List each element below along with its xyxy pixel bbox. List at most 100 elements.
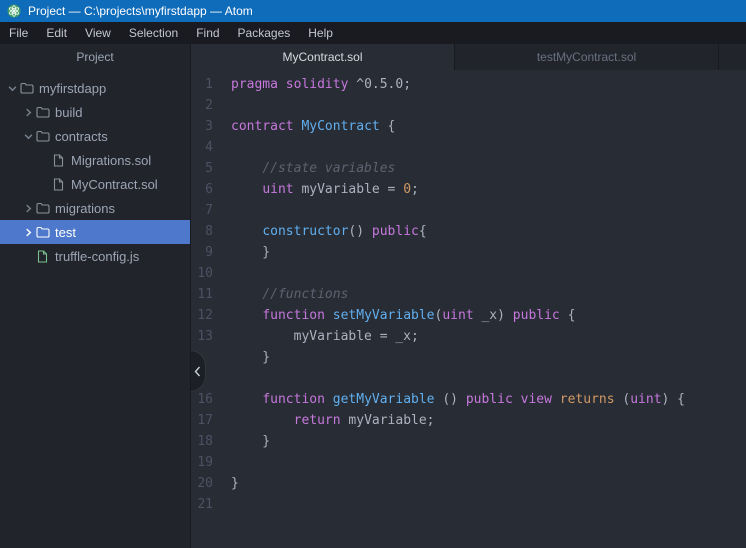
line-number: 4 xyxy=(191,137,227,158)
line-number: 10 xyxy=(191,263,227,284)
file-tree: myfirstdapp build contracts Migrations.sol M… xyxy=(0,70,190,548)
menu-help[interactable]: Help xyxy=(299,22,342,44)
code-line-1[interactable]: 1pragma solidity ^0.5.0; xyxy=(191,74,746,95)
line-number: 8 xyxy=(191,221,227,242)
tree-item-test[interactable]: test xyxy=(0,220,190,244)
code-line-15[interactable] xyxy=(191,368,746,389)
code-line-14[interactable]: } xyxy=(191,347,746,368)
code-line-12[interactable]: 12 function setMyVariable(uint _x) publi… xyxy=(191,305,746,326)
tree-item-myfirstdapp[interactable]: myfirstdapp xyxy=(0,76,190,100)
code-text: } xyxy=(227,431,270,452)
tree-item-contracts[interactable]: contracts xyxy=(0,124,190,148)
folder-icon xyxy=(34,202,51,214)
code-text: function setMyVariable(uint _x) public { xyxy=(227,305,575,326)
tree-item-truffle-config-js[interactable]: truffle-config.js xyxy=(0,244,190,268)
code-line-21[interactable]: 21 xyxy=(191,494,746,515)
code-line-2[interactable]: 2 xyxy=(191,95,746,116)
menu-find[interactable]: Find xyxy=(187,22,228,44)
tab-label: MyContract.sol xyxy=(282,50,362,64)
tree-item-migrations[interactable]: migrations xyxy=(0,196,190,220)
menu-edit[interactable]: Edit xyxy=(37,22,76,44)
window-title: Project — C:\projects\myfirstdapp — Atom xyxy=(28,4,253,18)
code-line-13[interactable]: 13 myVariable = _x; xyxy=(191,326,746,347)
tree-item-label: test xyxy=(55,225,76,240)
code-line-3[interactable]: 3contract MyContract { xyxy=(191,116,746,137)
line-number: 1 xyxy=(191,74,227,95)
tree-item-build[interactable]: build xyxy=(0,100,190,124)
editor-pane: MyContract.sol testMyContract.sol 1pragma… xyxy=(191,44,746,548)
code-line-10[interactable]: 10 xyxy=(191,263,746,284)
file-icon xyxy=(34,250,51,263)
code-line-4[interactable]: 4 xyxy=(191,137,746,158)
menu-selection[interactable]: Selection xyxy=(120,22,187,44)
tree-item-label: truffle-config.js xyxy=(55,249,139,264)
code-line-11[interactable]: 11 //functions xyxy=(191,284,746,305)
file-icon xyxy=(50,154,67,167)
code-text xyxy=(227,263,231,284)
code-text: uint myVariable = 0; xyxy=(227,179,419,200)
line-number: 11 xyxy=(191,284,227,305)
tree-item-migrations-sol[interactable]: Migrations.sol xyxy=(0,148,190,172)
code-line-18[interactable]: 18 } xyxy=(191,431,746,452)
code-text: pragma solidity ^0.5.0; xyxy=(227,74,411,95)
tab-label: testMyContract.sol xyxy=(537,50,636,64)
tree-item-label: myfirstdapp xyxy=(39,81,106,96)
tree-item-mycontract-sol[interactable]: MyContract.sol xyxy=(0,172,190,196)
code-text: function getMyVariable () public view re… xyxy=(227,389,685,410)
menu-file[interactable]: File xyxy=(0,22,37,44)
code-text: //state variables xyxy=(227,158,395,179)
title-bar: Project — C:\projects\myfirstdapp — Atom xyxy=(0,0,746,22)
chevron-right-icon[interactable] xyxy=(22,204,34,213)
line-number: 16 xyxy=(191,389,227,410)
folder-icon xyxy=(34,226,51,238)
code-text: return myVariable; xyxy=(227,410,435,431)
code-text xyxy=(227,494,231,515)
project-dock-label: Project xyxy=(76,50,113,64)
code-line-20[interactable]: 20} xyxy=(191,473,746,494)
code-text: //functions xyxy=(227,284,348,305)
code-text: constructor() public{ xyxy=(227,221,427,242)
project-dock-tab[interactable]: Project xyxy=(0,44,190,70)
line-number: 2 xyxy=(191,95,227,116)
code-line-6[interactable]: 6 uint myVariable = 0; xyxy=(191,179,746,200)
line-number: 3 xyxy=(191,116,227,137)
tree-item-label: Migrations.sol xyxy=(71,153,151,168)
code-text xyxy=(227,95,231,116)
tab-testmycontract-sol[interactable]: testMyContract.sol xyxy=(455,44,719,70)
menu-view[interactable]: View xyxy=(76,22,120,44)
menu-bar: FileEditViewSelectionFindPackagesHelp xyxy=(0,22,746,44)
code-line-8[interactable]: 8 constructor() public{ xyxy=(191,221,746,242)
code-text: } xyxy=(227,473,239,494)
tree-view-panel: Project myfirstdapp build contracts Migrati… xyxy=(0,44,191,548)
code-line-7[interactable]: 7 xyxy=(191,200,746,221)
chevron-down-icon[interactable] xyxy=(6,84,18,93)
chevron-right-icon[interactable] xyxy=(22,108,34,117)
tab-bar: MyContract.sol testMyContract.sol xyxy=(191,44,746,70)
line-number: 19 xyxy=(191,452,227,473)
code-line-17[interactable]: 17 return myVariable; xyxy=(191,410,746,431)
chevron-right-icon[interactable] xyxy=(22,228,34,237)
chevron-down-icon[interactable] xyxy=(22,132,34,141)
tree-item-label: MyContract.sol xyxy=(71,177,158,192)
line-number: 12 xyxy=(191,305,227,326)
code-line-5[interactable]: 5 //state variables xyxy=(191,158,746,179)
line-number: 9 xyxy=(191,242,227,263)
line-number: 21 xyxy=(191,494,227,515)
code-line-16[interactable]: 16 function getMyVariable () public view… xyxy=(191,389,746,410)
folder-icon xyxy=(34,130,51,142)
line-number: 7 xyxy=(191,200,227,221)
code-text xyxy=(227,368,231,389)
code-editor[interactable]: 1pragma solidity ^0.5.0;23contract MyCon… xyxy=(191,70,746,548)
code-text xyxy=(227,137,231,158)
code-line-9[interactable]: 9 } xyxy=(191,242,746,263)
tab-mycontract-sol[interactable]: MyContract.sol xyxy=(191,44,455,70)
line-number: 13 xyxy=(191,326,227,347)
menu-packages[interactable]: Packages xyxy=(229,22,300,44)
code-text: contract MyContract { xyxy=(227,116,395,137)
code-text: } xyxy=(227,242,270,263)
code-line-19[interactable]: 19 xyxy=(191,452,746,473)
code-text xyxy=(227,200,231,221)
line-number: 20 xyxy=(191,473,227,494)
tree-item-label: build xyxy=(55,105,82,120)
tree-item-label: contracts xyxy=(55,129,108,144)
